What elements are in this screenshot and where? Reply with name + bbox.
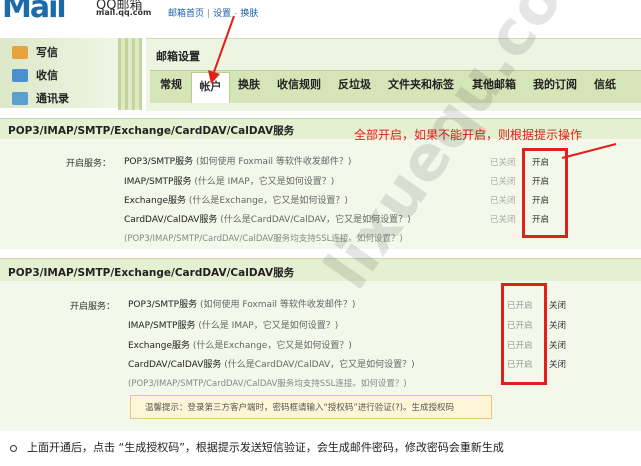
status-caldav: 已关闭 — [490, 215, 516, 225]
tab-folders[interactable]: 文件夹和标签 — [388, 76, 454, 92]
logo-url: mail.qq.com — [96, 8, 152, 17]
disable-pop3-button[interactable]: 关闭 — [549, 299, 566, 311]
service-row-exchange: Exchange服务 (什么是Exchange，它又是如何设置？) — [124, 196, 348, 206]
nav-inbox[interactable]: 收信 — [12, 65, 58, 85]
red-leader-line — [561, 143, 617, 159]
status-pop3: 已关闭 — [490, 158, 516, 168]
highlight-box-enabled — [501, 283, 547, 385]
nav-inbox-label: 收信 — [36, 69, 58, 82]
instruction-text: 上面开通后，点击 “生成授权码”，根据提示发送短信验证，会生成邮件密码，修改密码… — [27, 441, 504, 454]
tip-text[interactable]: 温馨提示：登录第三方客户端时，密码框请输入“授权码”进行验证(?)。生成授权码 — [145, 401, 454, 413]
tab-stationery[interactable]: 信纸 — [594, 76, 616, 92]
nav-contacts-label: 通讯录 — [36, 92, 69, 105]
ssl-note[interactable]: (POP3/IMAP/SMTP/CardDAV/CalDAV服务均支持SSL连接… — [128, 377, 407, 389]
link-mail-home[interactable]: 邮箱首页 — [168, 9, 204, 19]
status-imap: 已关闭 — [490, 177, 516, 187]
panel-title: POP3/IMAP/SMTP/Exchange/CardDAV/CalDAV服务 — [8, 125, 295, 137]
disable-caldav-button[interactable]: 关闭 — [549, 358, 566, 370]
ssl-note[interactable]: (POP3/IMAP/SMTP/CardDAV/CalDAV服务均支持SSL连接… — [124, 232, 403, 244]
tab-skin[interactable]: 换肤 — [238, 76, 260, 92]
service-row-caldav: CardDAV/CalDAV服务 (什么是CardDAV/CalDAV，它又是如… — [128, 360, 415, 370]
disable-imap-button[interactable]: 关闭 — [549, 319, 566, 331]
panel-title: POP3/IMAP/SMTP/Exchange/CardDAV/CalDAV服务 — [8, 267, 295, 279]
tab-other-mail[interactable]: 其他邮箱 — [472, 76, 516, 92]
tab-antispam[interactable]: 反垃圾 — [338, 76, 371, 92]
service-row-imap: IMAP/SMTP服务 (什么是 IMAP，它又是如何设置？) — [124, 177, 335, 187]
disable-exchange-button[interactable]: 关闭 — [549, 339, 566, 351]
logo-mark: Mail — [2, 0, 67, 25]
bamboo-decoration — [118, 38, 142, 110]
qq-mail-logo[interactable]: Mail QQ邮箱 mail.qq.com — [0, 0, 160, 25]
bullet-circle-icon — [10, 444, 17, 452]
inbox-download-icon — [12, 68, 28, 82]
service-row-pop3: POP3/SMTP服务 (如何使用 Foxmail 等软件收发邮件？) — [128, 300, 356, 310]
pencil-icon — [12, 45, 28, 59]
tab-rules[interactable]: 收信规则 — [277, 76, 321, 92]
tab-general[interactable]: 常规 — [160, 76, 182, 92]
annotation-text: 全部开启，如果不能开启，则根据提示操作 — [354, 128, 583, 142]
service-row-exchange: Exchange服务 (什么是Exchange，它又是如何设置？) — [128, 341, 352, 351]
service-row-pop3: POP3/SMTP服务 (如何使用 Foxmail 等软件收发邮件？) — [124, 157, 352, 167]
red-arrow — [208, 15, 235, 84]
link-skin[interactable]: 换肤 — [240, 9, 258, 19]
nav-contacts[interactable]: 通讯录 — [12, 88, 69, 108]
service-row-imap: IMAP/SMTP服务 (什么是 IMAP，它又是如何设置？) — [128, 321, 339, 331]
tab-subscriptions[interactable]: 我的订阅 — [533, 76, 577, 92]
nav-compose-label: 写信 — [36, 46, 58, 59]
instruction-bullet: 上面开通后，点击 “生成授权码”，根据提示发送短信验证，会生成邮件密码，修改密码… — [10, 439, 504, 455]
contacts-icon — [12, 91, 28, 105]
settings-title: 邮箱设置 — [156, 50, 200, 63]
enable-service-label: 开启服务： — [66, 159, 112, 169]
service-row-caldav: CardDAV/CalDAV服务 (什么是CardDAV/CalDAV，它又是如… — [124, 215, 411, 225]
status-exchange: 已关闭 — [490, 196, 516, 206]
nav-compose[interactable]: 写信 — [12, 42, 58, 62]
auth-code-tip: 温馨提示：登录第三方客户端时，密码框请输入“授权码”进行验证(?)。生成授权码 — [130, 395, 492, 419]
enable-service-label: 开启服务： — [70, 302, 116, 312]
